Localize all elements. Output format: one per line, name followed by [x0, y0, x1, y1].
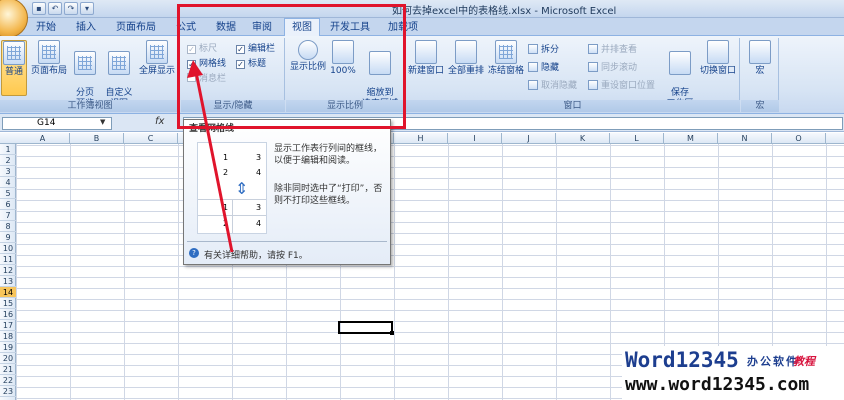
watermark-brand-cn2: 教程	[793, 355, 815, 368]
watermark-brand: Word12345	[625, 348, 739, 372]
annotation-arrow	[187, 60, 234, 253]
watermark-brand-cn: 办公软件	[747, 355, 799, 368]
watermark-url: www.word12345.com	[625, 374, 810, 395]
